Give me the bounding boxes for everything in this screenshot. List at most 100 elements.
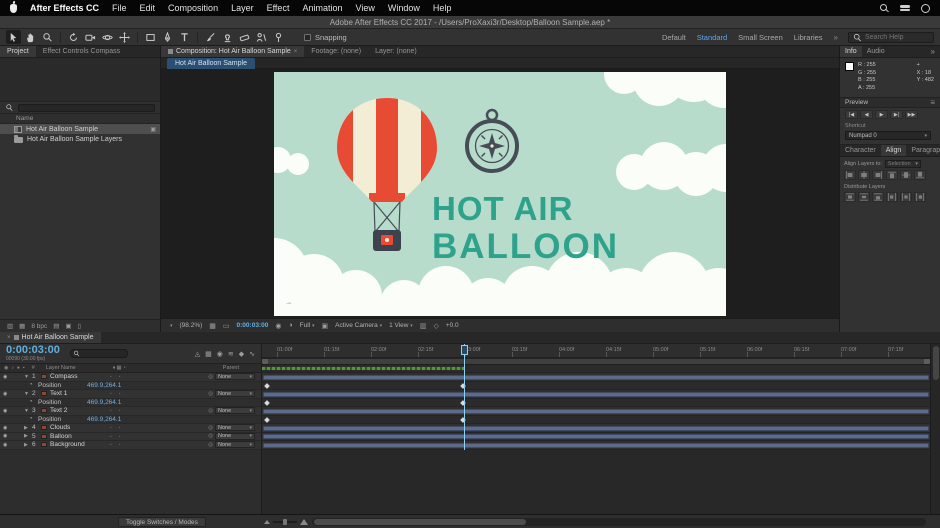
graph-editor-icon[interactable]: ∿ [249, 350, 255, 358]
tab-effect-controls[interactable]: Effect Controls Compass [36, 46, 127, 57]
position-value[interactable]: 469.9,264.1 [87, 382, 121, 389]
layer-color-swatch[interactable] [41, 408, 47, 414]
parent-column-header[interactable]: Parent [223, 365, 239, 371]
composition-selector-tab[interactable]: Hot Air Balloon Sample [167, 57, 255, 69]
pen-tool[interactable] [160, 30, 175, 44]
track-balloon[interactable] [262, 432, 930, 441]
layer-switches[interactable]: • • [110, 434, 152, 439]
layer-row-clouds[interactable]: ◉ ▶ 4 Clouds • • ◎ None ▾ [0, 424, 261, 433]
layer-duration-bar[interactable] [263, 374, 929, 380]
current-time-indicator-handle[interactable] [461, 345, 468, 355]
layer-switches[interactable]: • • [110, 408, 152, 413]
zoom-out-icon[interactable] [264, 520, 270, 524]
align-h-center-icon[interactable] [858, 170, 870, 180]
layer-row-background[interactable]: ◉ ▶ 6 Background • • ◎ None ▾ [0, 441, 261, 450]
tab-audio[interactable]: Audio [862, 46, 890, 57]
visibility-eye-icon[interactable]: ◉ [3, 433, 7, 439]
pick-whip-icon[interactable]: ◎ [208, 391, 213, 397]
delete-icon[interactable]: ▯ [78, 322, 82, 330]
menu-effect[interactable]: Effect [267, 3, 290, 13]
resolution-dropdown[interactable]: Full ▾ [300, 322, 315, 329]
orbit-camera-tool[interactable] [100, 30, 115, 44]
layer-duration-bar[interactable] [263, 425, 929, 431]
help-search-input[interactable] [865, 33, 927, 41]
apple-menu-icon[interactable] [10, 3, 17, 13]
pick-whip-icon[interactable]: ◎ [208, 433, 213, 439]
distribute-v-center-icon[interactable] [858, 192, 870, 202]
track-compass-position[interactable] [262, 381, 930, 390]
brush-tool[interactable] [203, 30, 218, 44]
stopwatch-icon[interactable]: ◔ [29, 416, 38, 422]
distribute-h-center-icon[interactable] [900, 192, 912, 202]
expand-arrow-icon[interactable]: ▼ [24, 374, 32, 380]
layer-color-swatch[interactable] [41, 433, 47, 439]
channels-icon[interactable]: ◑ [288, 322, 292, 329]
property-row-position[interactable]: ◔ Position 469.9,264.1 [0, 415, 261, 424]
pixel-aspect-icon[interactable]: ▥ [420, 322, 427, 330]
pan-behind-tool[interactable] [117, 30, 132, 44]
pick-whip-icon[interactable]: ◎ [208, 425, 213, 431]
new-folder-icon[interactable]: ▤ [53, 322, 59, 330]
scrollbar-thumb[interactable] [314, 519, 526, 525]
project-name-column[interactable]: Name [0, 114, 160, 124]
draft-3d-icon[interactable]: ▦ [205, 350, 212, 358]
expand-arrow-icon[interactable]: ▼ [24, 408, 32, 414]
layer-duration-bar[interactable] [263, 442, 929, 448]
menu-file[interactable]: File [112, 3, 127, 13]
visibility-eye-icon[interactable]: ◉ [3, 408, 7, 414]
mask-shape-tool[interactable] [143, 30, 158, 44]
workspace-default[interactable]: Default [662, 33, 686, 42]
distribute-top-icon[interactable] [844, 192, 856, 202]
scrollbar-thumb[interactable] [933, 346, 939, 380]
layer-color-swatch[interactable] [41, 374, 47, 380]
workspace-small-screen[interactable]: Small Screen [738, 33, 783, 42]
parent-dropdown[interactable]: None ▾ [215, 373, 255, 381]
keyframe-icon[interactable] [264, 382, 270, 389]
tab-paragraph[interactable]: Paragraph [906, 145, 940, 156]
control-center-icon[interactable] [900, 4, 910, 12]
layer-duration-bar[interactable] [263, 391, 929, 397]
type-tool[interactable] [177, 30, 192, 44]
last-frame-button[interactable]: ▶▶ [905, 110, 918, 119]
expand-arrow-icon[interactable]: ▶ [24, 433, 32, 439]
align-bottom-icon[interactable] [914, 170, 926, 180]
layer-switches[interactable]: • • [110, 391, 152, 396]
project-item-folder[interactable]: Hot Air Balloon Sample Layers [0, 134, 160, 144]
next-frame-button[interactable]: ▶| [890, 110, 903, 119]
exposure-value[interactable]: +0.0 [446, 322, 459, 329]
distribute-bottom-icon[interactable] [872, 192, 884, 202]
zoom-track[interactable] [273, 519, 297, 525]
parent-dropdown[interactable]: None ▾ [215, 390, 255, 398]
interpret-footage-icon[interactable]: ▥ [7, 322, 13, 330]
layer-switches[interactable]: • • [110, 442, 152, 447]
keyframe-icon[interactable] [264, 416, 270, 423]
layer-row-text1[interactable]: ◉ ▼ 2 Text 1 • • ◎ None ▾ [0, 390, 261, 399]
align-top-icon[interactable] [886, 170, 898, 180]
property-row-position[interactable]: ◔ Position 469.9,264.1 [0, 398, 261, 407]
tab-align[interactable]: Align [880, 145, 907, 156]
layer-duration-bar[interactable] [263, 408, 929, 414]
pick-whip-icon[interactable]: ◎ [208, 408, 213, 414]
track-text2[interactable] [262, 407, 930, 416]
menu-composition[interactable]: Composition [168, 3, 218, 13]
track-text1[interactable] [262, 390, 930, 399]
close-tab-icon[interactable]: × [7, 335, 11, 341]
viewer-timecode[interactable]: 0:00:03:00 [237, 322, 269, 329]
layer-color-swatch[interactable] [41, 442, 47, 448]
composition-canvas[interactable]: HOT AIR BALLOON [274, 71, 726, 316]
parent-dropdown[interactable]: None ▾ [215, 441, 255, 449]
expand-arrow-icon[interactable]: ▶ [24, 442, 32, 448]
track-background[interactable] [262, 441, 930, 450]
property-row-position[interactable]: ◔ Position 469.9,264.1 [0, 381, 261, 390]
tab-project[interactable]: Project [0, 46, 36, 57]
time-ruler[interactable]: 01:00f 01:15f 02:00f 02:15f 03:00f 03:15… [262, 344, 930, 358]
composition-flowchart-icon[interactable]: ◬ [195, 350, 200, 358]
play-button[interactable]: ▶ [875, 110, 888, 119]
expand-arrow-icon[interactable]: ▶ [24, 425, 32, 431]
timeline-vertical-scrollbar[interactable] [930, 344, 940, 514]
close-tab-icon[interactable]: × [294, 49, 298, 55]
mask-visibility-icon[interactable]: ▭ [223, 322, 230, 330]
workspace-libraries[interactable]: Libraries [794, 33, 823, 42]
workspace-standard[interactable]: Standard [697, 33, 727, 42]
project-item-composition[interactable]: Hot Air Balloon Sample ▣ [0, 124, 160, 134]
